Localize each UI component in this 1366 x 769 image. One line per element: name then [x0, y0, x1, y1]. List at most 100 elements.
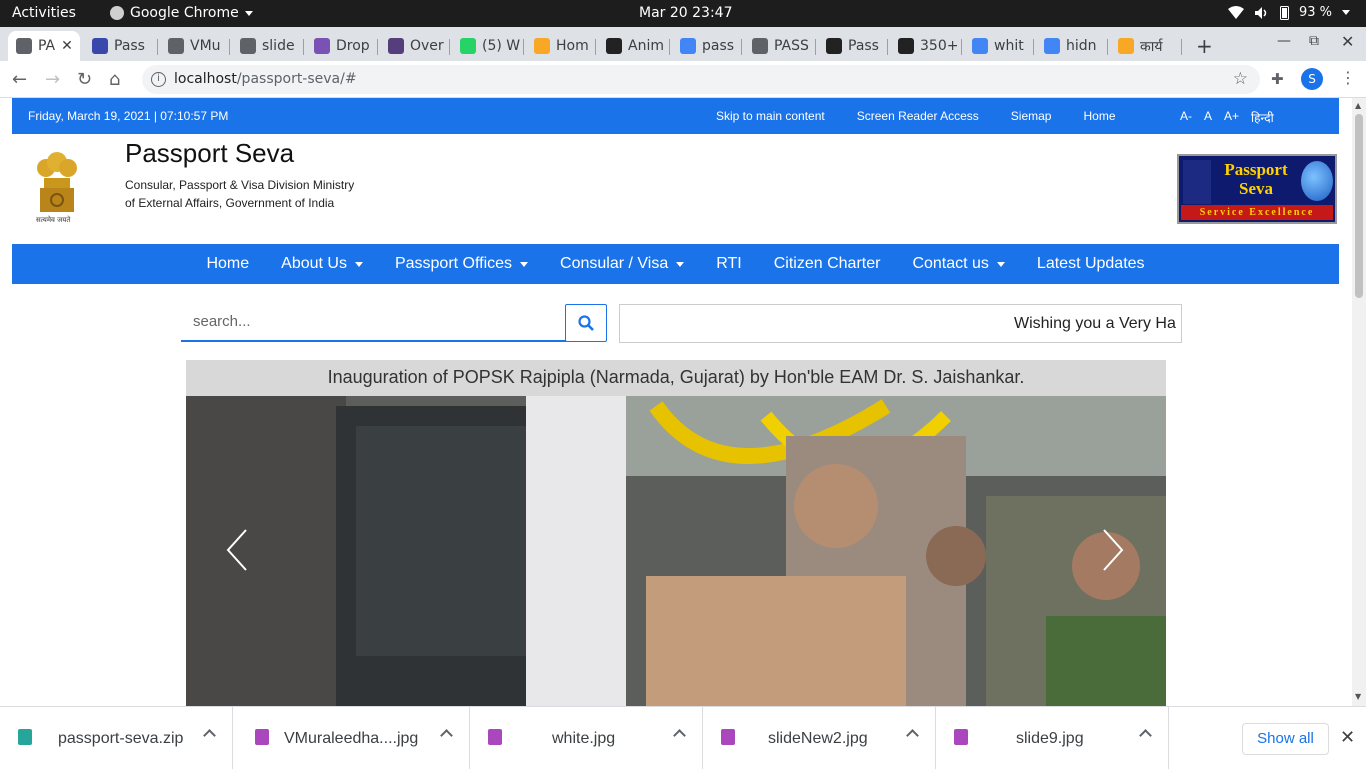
show-all-button[interactable]: Show all — [1242, 723, 1329, 755]
nav-item[interactable]: About Us — [281, 255, 363, 273]
page-scrollbar[interactable]: ▲ ▼ — [1352, 98, 1366, 706]
minimize-icon[interactable]: — — [1277, 33, 1291, 49]
browser-tab[interactable]: Drop — [306, 31, 378, 61]
back-icon[interactable]: ← — [12, 69, 27, 90]
home-icon[interactable]: ⌂ — [109, 69, 120, 90]
logo-text: Passport Seva — [1224, 160, 1288, 198]
tab-separator — [741, 39, 742, 55]
current-datetime: Friday, March 19, 2021 | 07:10:57 PM — [28, 109, 229, 123]
browser-tab[interactable]: pass — [672, 31, 742, 61]
tab-label: कार्य — [1140, 38, 1163, 55]
download-filename: passport-seva.zip — [58, 730, 184, 747]
download-item[interactable]: slideNew2.jpg — [703, 707, 936, 769]
font-size-button[interactable]: A — [1204, 109, 1212, 126]
utility-link[interactable]: Screen Reader Access — [857, 109, 979, 123]
download-item[interactable]: passport-seva.zip — [0, 707, 233, 769]
browser-tab[interactable]: slide — [232, 31, 304, 61]
tab-separator — [887, 39, 888, 55]
close-tab-icon[interactable]: ✕ — [61, 38, 73, 54]
whatsapp-icon — [460, 38, 476, 54]
battery-icon — [1279, 6, 1289, 20]
app-name: Google Chrome — [130, 5, 239, 21]
nav-item[interactable]: Contact us — [912, 255, 1005, 273]
scroll-thumb[interactable] — [1355, 114, 1363, 298]
carousel-next-icon[interactable] — [1102, 528, 1124, 572]
browser-tab[interactable]: hidn — [1036, 31, 1108, 61]
download-item[interactable]: white.jpg — [470, 707, 703, 769]
tab-separator — [157, 39, 158, 55]
caret-down-icon — [996, 261, 1005, 267]
forward-icon[interactable]: → — [45, 69, 60, 90]
scroll-up-icon[interactable]: ▲ — [1355, 101, 1361, 110]
browser-tab[interactable]: Hom — [526, 31, 596, 61]
chevron-up-icon[interactable] — [906, 729, 919, 742]
restore-icon[interactable]: ⧉ — [1309, 33, 1319, 49]
carousel-prev-icon[interactable] — [226, 528, 248, 572]
tab-label: whit — [994, 38, 1024, 54]
font-size-button[interactable]: A+ — [1224, 109, 1239, 126]
chevron-up-icon[interactable] — [673, 729, 686, 742]
reload-icon[interactable]: ↻ — [77, 69, 92, 90]
browser-tab[interactable]: (5) W — [452, 31, 524, 61]
tab-strip: PA ✕ Pass VMu slide Drop Over (5) W Hom Anim pass P… — [0, 27, 1366, 61]
chrome-icon — [110, 6, 124, 20]
browser-tab[interactable]: PA ✕ — [8, 31, 80, 61]
close-icon[interactable]: ✕ — [1340, 727, 1355, 748]
app-menu[interactable]: Google Chrome — [110, 5, 253, 21]
extensions-icon[interactable]: ✚ — [1271, 70, 1284, 88]
chevron-up-icon[interactable] — [203, 729, 216, 742]
kebab-menu-icon[interactable]: ⋮ — [1340, 68, 1356, 87]
search-button[interactable] — [565, 304, 607, 342]
search-input[interactable]: search... — [181, 304, 566, 342]
nav-item[interactable]: Latest Updates — [1037, 255, 1145, 273]
browser-tab[interactable]: Over — [380, 31, 450, 61]
font-size-button[interactable]: A- — [1180, 109, 1192, 126]
tab-label: (5) W — [482, 38, 521, 54]
browser-tab[interactable]: Anim — [598, 31, 670, 61]
nav-item[interactable]: RTI — [716, 255, 741, 273]
bootstrap-icon — [314, 38, 330, 54]
status-menu[interactable]: 93 % — [1227, 5, 1350, 20]
google-icon — [972, 38, 988, 54]
download-item[interactable]: slide9.jpg — [936, 707, 1169, 769]
utility-links: Skip to main content Screen Reader Access… — [716, 109, 1116, 123]
bookmark-star-icon[interactable]: ☆ — [1233, 65, 1248, 94]
close-window-icon[interactable]: ✕ — [1341, 32, 1354, 51]
chevron-up-icon[interactable] — [1139, 729, 1152, 742]
carousel-slide-image — [186, 396, 1166, 706]
activities-button[interactable]: Activities — [12, 5, 76, 21]
nav-item[interactable]: Consular / Visa — [560, 255, 685, 273]
nav-label: Latest Updates — [1036, 255, 1145, 272]
tab-label: Over — [410, 38, 444, 54]
browser-tab[interactable]: Pass — [818, 31, 888, 61]
nav-item[interactable]: Home — [206, 255, 249, 273]
bootstrap-icon — [388, 38, 404, 54]
language-toggle[interactable]: हिन्दी — [1251, 109, 1274, 126]
browser-tab[interactable]: PASS — [744, 31, 816, 61]
archive-icon — [18, 729, 32, 745]
nav-label: Passport Offices — [394, 255, 513, 272]
nav-item[interactable]: Citizen Charter — [774, 255, 881, 273]
address-bar[interactable]: i localhost/passport-seva/# ☆ — [142, 65, 1260, 94]
new-tab-icon[interactable]: + — [1196, 34, 1213, 58]
emblem-motto: सत्यमेव जयते — [36, 216, 71, 224]
utility-link[interactable]: Siemap — [1011, 109, 1052, 123]
passport-seva-logo[interactable]: Passport Seva Service Excellence — [1177, 154, 1337, 224]
chevron-up-icon[interactable] — [440, 729, 453, 742]
browser-tab[interactable]: Pass — [84, 31, 158, 61]
nav-item[interactable]: Passport Offices — [394, 255, 529, 273]
tab-separator — [1107, 39, 1108, 55]
browser-tab[interactable]: VMu — [160, 31, 230, 61]
info-icon[interactable]: i — [151, 72, 166, 87]
browser-tab[interactable]: 350+ — [890, 31, 962, 61]
scroll-down-icon[interactable]: ▼ — [1355, 692, 1361, 701]
google-icon — [1044, 38, 1060, 54]
browser-tab[interactable]: कार्य — [1110, 31, 1182, 61]
clock[interactable]: Mar 20 23:47 — [639, 5, 732, 21]
utility-link[interactable]: Home — [1083, 109, 1115, 123]
browser-tab[interactable]: whit — [964, 31, 1034, 61]
download-item[interactable]: VMuraleedha....jpg — [237, 707, 470, 769]
site-title: Passport Seva — [125, 138, 295, 168]
utility-link[interactable]: Skip to main content — [716, 109, 825, 123]
profile-avatar[interactable]: S — [1301, 68, 1323, 90]
